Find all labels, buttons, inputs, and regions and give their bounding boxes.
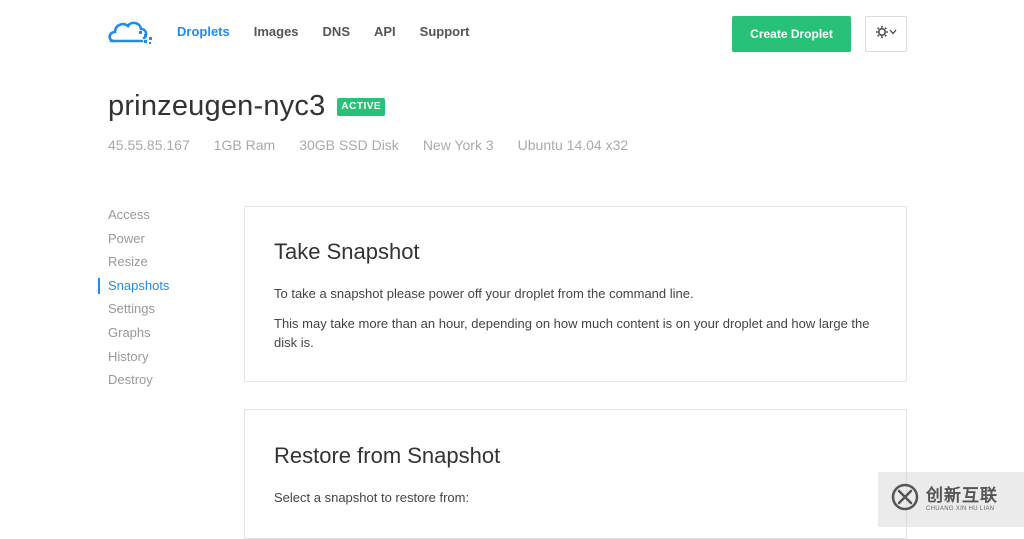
droplet-sidebar: Access Power Resize Snapshots Settings G… xyxy=(98,206,228,395)
cloud-logo-icon[interactable] xyxy=(106,17,154,47)
main-nav: Droplets Images DNS API Support xyxy=(177,24,494,40)
droplet-region: New York 3 xyxy=(422,137,494,153)
droplet-meta: 45.55.85.167 1GB Ram 30GB SSD Disk New Y… xyxy=(108,137,652,153)
create-droplet-button[interactable]: Create Droplet xyxy=(732,16,851,52)
droplet-title-row: prinzeugen-nyc3 ACTIVE xyxy=(108,88,386,124)
settings-dropdown-button[interactable] xyxy=(865,16,907,52)
take-snapshot-title: Take Snapshot xyxy=(274,239,420,264)
sidebar-item-destroy[interactable]: Destroy xyxy=(98,371,228,395)
watermark-cn: 创新互联 xyxy=(926,486,998,505)
restore-snapshot-instruction: Select a snapshot to restore from: xyxy=(274,490,470,505)
watermark-logo-icon xyxy=(890,482,920,517)
watermark: 创新互联 CHUANG XIN HU LIAN xyxy=(878,472,1024,527)
sidebar-item-settings[interactable]: Settings xyxy=(98,300,228,324)
sidebar-item-resize[interactable]: Resize xyxy=(98,253,228,277)
status-badge: ACTIVE xyxy=(337,98,386,116)
restore-snapshot-panel: Restore from Snapshot Select a snapshot … xyxy=(244,409,907,539)
restore-snapshot-title: Restore from Snapshot xyxy=(274,443,501,468)
sidebar-item-power[interactable]: Power xyxy=(98,230,228,254)
nav-droplets[interactable]: Droplets xyxy=(177,24,230,40)
top-bar: Droplets Images DNS API Support Create D… xyxy=(0,0,1024,66)
take-snapshot-instruction: To take a snapshot please power off your… xyxy=(274,286,694,301)
droplet-ram: 1GB Ram xyxy=(213,137,276,153)
droplet-image: Ubuntu 14.04 x32 xyxy=(517,137,629,153)
nav-dns[interactable]: DNS xyxy=(323,24,350,40)
take-snapshot-panel: Take Snapshot To take a snapshot please … xyxy=(244,206,907,382)
watermark-text: 创新互联 CHUANG XIN HU LIAN xyxy=(926,486,998,513)
sidebar-item-history[interactable]: History xyxy=(98,348,228,372)
gear-icon xyxy=(875,25,897,44)
droplet-disk: 30GB SSD Disk xyxy=(299,137,399,153)
sidebar-item-snapshots[interactable]: Snapshots xyxy=(98,277,228,301)
nav-images[interactable]: Images xyxy=(254,24,299,40)
droplet-name: prinzeugen-nyc3 xyxy=(108,90,326,122)
take-snapshot-note: This may take more than an hour, dependi… xyxy=(274,316,870,350)
watermark-en: CHUANG XIN HU LIAN xyxy=(926,506,995,512)
droplet-ip: 45.55.85.167 xyxy=(108,137,190,153)
sidebar-item-access[interactable]: Access xyxy=(98,206,228,230)
nav-api[interactable]: API xyxy=(374,24,396,40)
sidebar-item-graphs[interactable]: Graphs xyxy=(98,324,228,348)
nav-support[interactable]: Support xyxy=(420,24,470,40)
